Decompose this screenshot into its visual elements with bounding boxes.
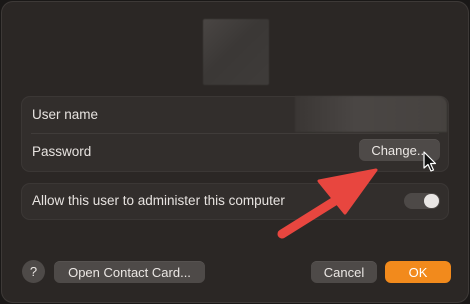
help-button[interactable]: ? [22,260,45,283]
ok-button[interactable]: OK [385,261,451,283]
username-value-redacted [295,96,447,132]
user-credentials-group: User name Password Change... [21,96,449,172]
admin-permission-group: Allow this user to administer this compu… [21,183,449,220]
change-password-button[interactable]: Change... [359,139,440,161]
divider [31,133,439,134]
open-contact-card-button[interactable]: Open Contact Card... [54,261,205,283]
password-label: Password [32,144,92,159]
admin-permission-label: Allow this user to administer this compu… [32,193,285,208]
user-settings-dialog: User name Password Change... Allow this … [1,1,469,303]
toggle-knob [424,194,439,208]
admin-toggle[interactable] [404,193,440,209]
username-label: User name [32,107,99,122]
user-avatar[interactable] [203,19,269,85]
cancel-button[interactable]: Cancel [311,261,377,283]
